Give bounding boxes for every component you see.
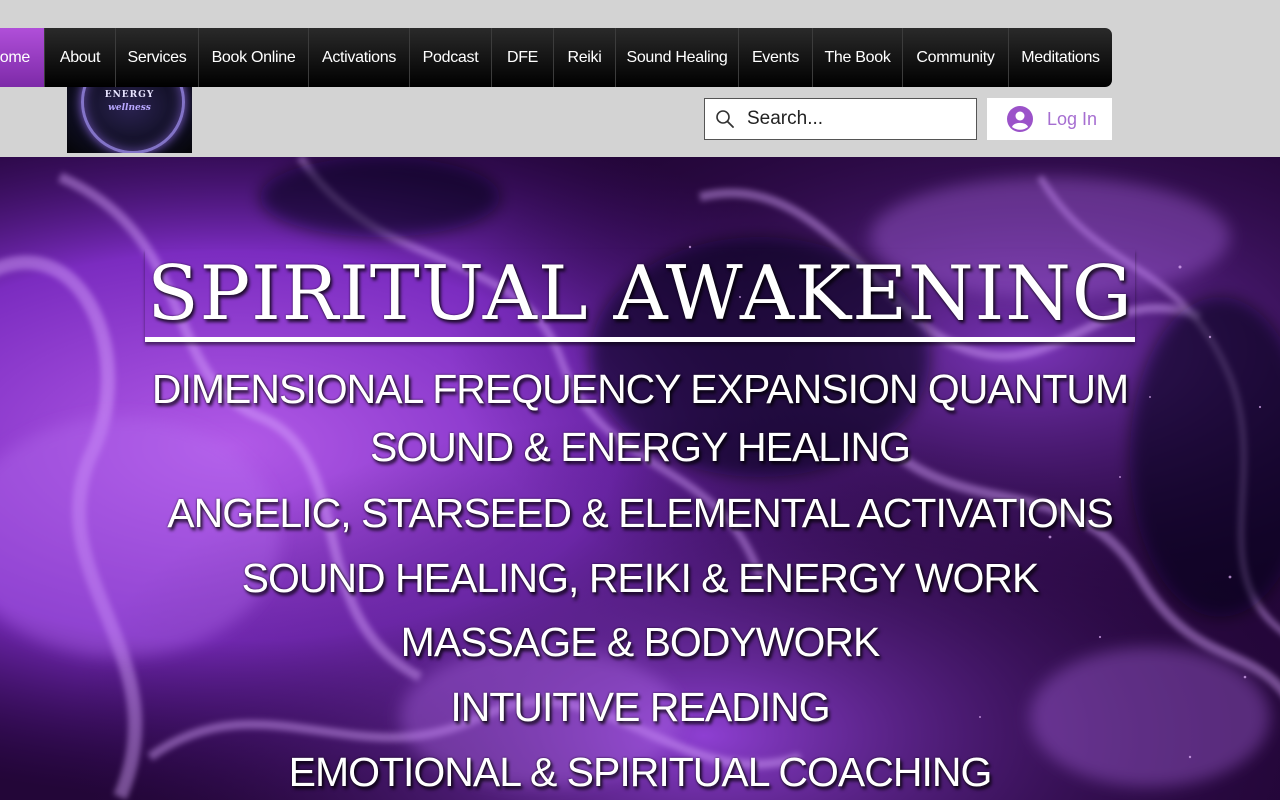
logo-text-wellness: wellness <box>108 103 151 113</box>
hero-line-7: EMOTIONAL & SPIRITUAL COACHING <box>288 749 993 795</box>
nav-item-podcast[interactable]: Podcast <box>409 28 491 87</box>
nav-item-events[interactable]: Events <box>738 28 812 87</box>
nav-item-meditations[interactable]: Meditations <box>1008 28 1112 87</box>
page: ENERGY wellness ome About Services Book … <box>0 0 1280 800</box>
nav-item-dfe[interactable]: DFE <box>491 28 553 87</box>
nav-item-reiki[interactable]: Reiki <box>553 28 615 87</box>
hero-line-5: MASSAGE & BODYWORK <box>400 619 881 665</box>
nav-item-activations[interactable]: Activations <box>308 28 409 87</box>
hero-title: SPIRITUAL AWAKENING <box>0 248 1280 342</box>
login-button[interactable]: Log In <box>987 98 1112 140</box>
nav-item-services[interactable]: Services <box>115 28 198 87</box>
nav-item-book-online[interactable]: Book Online <box>198 28 308 87</box>
hero-line-1: DIMENSIONAL FREQUENCY EXPANSION QUANTUM <box>151 366 1129 412</box>
user-avatar-icon <box>1007 106 1033 132</box>
hero-line-3: ANGELIC, STARSEED & ELEMENTAL ACTIVATION… <box>167 490 1114 536</box>
nav-item-sound-healing[interactable]: Sound Healing <box>615 28 738 87</box>
site-header: ENERGY wellness ome About Services Book … <box>0 0 1280 157</box>
search-box <box>704 98 977 140</box>
hero-section: SPIRITUAL AWAKENING DIMENSIONAL FREQUENC… <box>0 157 1280 800</box>
search-icon[interactable] <box>705 99 745 139</box>
nav-item-the-book[interactable]: The Book <box>812 28 902 87</box>
main-nav: ome About Services Book Online Activatio… <box>0 28 1112 87</box>
login-label: Log In <box>1047 108 1098 129</box>
hero-title-text: SPIRITUAL AWAKENING <box>145 249 1135 342</box>
logo-text-energy: ENERGY <box>104 90 155 100</box>
nav-item-about[interactable]: About <box>44 28 115 87</box>
search-input[interactable] <box>745 107 969 131</box>
hero-line-2: SOUND & ENERGY HEALING <box>370 424 911 470</box>
nav-item-community[interactable]: Community <box>902 28 1008 87</box>
nav-item-home[interactable]: ome <box>0 28 44 87</box>
site-logo[interactable]: ENERGY wellness <box>67 76 192 153</box>
hero-line-4: SOUND HEALING, REIKI & ENERGY WORK <box>241 555 1040 601</box>
hero-line-6: INTUITIVE READING <box>450 684 830 730</box>
logo-ring-graphic <box>81 76 185 153</box>
